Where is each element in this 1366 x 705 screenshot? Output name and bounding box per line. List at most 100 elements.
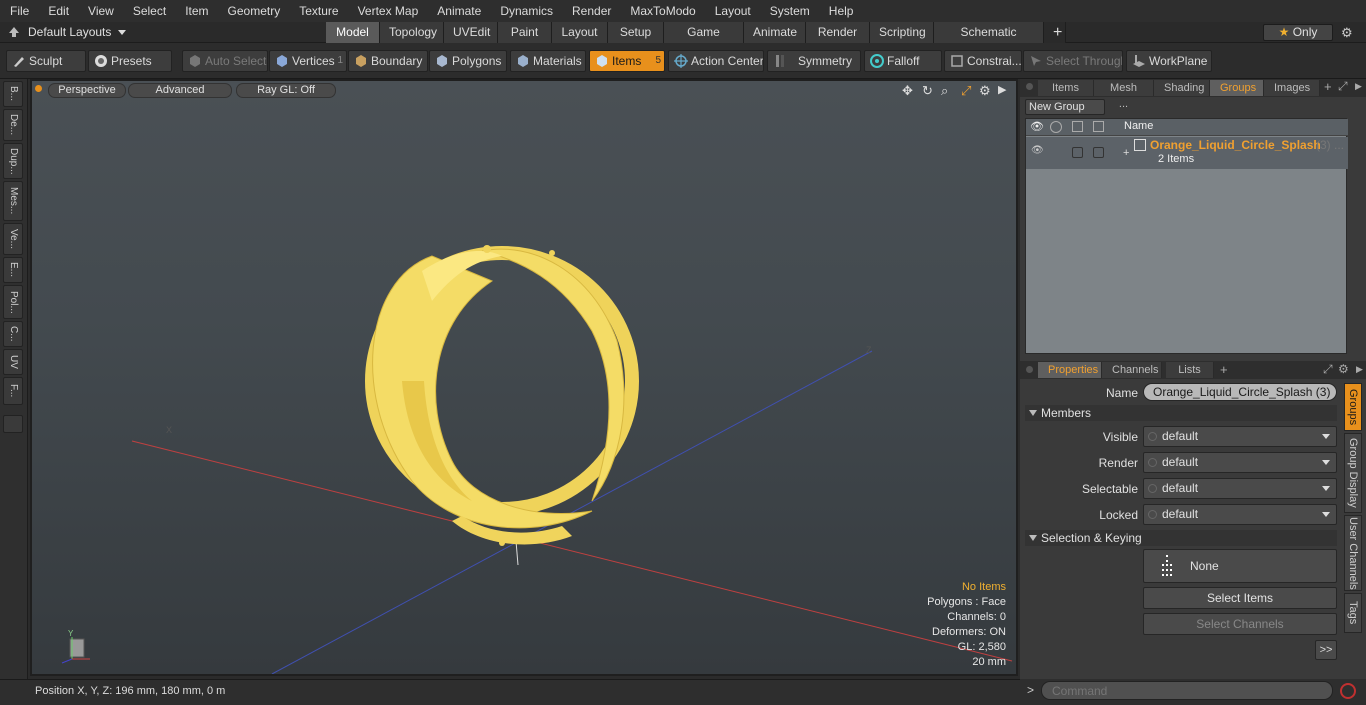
viewport-expand-icon[interactable]: ▶ xyxy=(998,83,1006,96)
left-tab-edge[interactable]: E... xyxy=(3,257,23,283)
tab-properties[interactable]: Properties xyxy=(1038,362,1102,378)
panel-menu-dot-icon[interactable] xyxy=(1026,83,1033,90)
eye-icon[interactable]: 👁 xyxy=(1030,120,1044,133)
tab-scripting[interactable]: Scripting xyxy=(870,22,934,43)
selection-keying-section[interactable]: Selection & Keying xyxy=(1025,530,1337,546)
add-tab-button[interactable]: + xyxy=(1044,22,1066,43)
locked-dropdown[interactable]: default xyxy=(1143,504,1337,525)
menu-system[interactable]: System xyxy=(760,0,819,22)
left-tab-uv[interactable]: UV xyxy=(3,349,23,375)
select-channels-button[interactable]: Select Channels xyxy=(1143,613,1337,635)
tab-channels[interactable]: Channels xyxy=(1102,362,1162,378)
tab-items[interactable]: Items xyxy=(1038,80,1094,96)
add-panel-tab-icon[interactable]: + xyxy=(1324,79,1332,94)
tab-uvedit[interactable]: UVEdit xyxy=(444,22,498,43)
group-row[interactable]: 👁 + Orange_Liquid_Circle_Splash (3) ... … xyxy=(1026,137,1348,169)
materials-button[interactable]: Materials xyxy=(510,50,586,72)
fit-icon[interactable]: ⤢ xyxy=(961,83,971,99)
props-arrow-icon[interactable]: ▶ xyxy=(1356,364,1363,375)
visible-dropdown[interactable]: default xyxy=(1143,426,1337,447)
tab-topology[interactable]: Topology xyxy=(380,22,444,43)
gear-icon[interactable]: ⚙ xyxy=(1341,25,1353,41)
view-perspective-button[interactable]: Perspective xyxy=(48,83,126,98)
shading-advanced-button[interactable]: Advanced xyxy=(128,83,232,98)
menu-edit[interactable]: Edit xyxy=(38,0,78,22)
workplane-button[interactable]: WorkPlane xyxy=(1126,50,1212,72)
menu-dynamics[interactable]: Dynamics xyxy=(490,0,562,22)
menu-item[interactable]: Item xyxy=(175,0,217,22)
left-tab-extra[interactable] xyxy=(3,415,23,433)
menu-vertex-map[interactable]: Vertex Map xyxy=(348,0,428,22)
props-menu-dot-icon[interactable] xyxy=(1026,366,1033,373)
raygl-button[interactable]: Ray GL: Off xyxy=(236,83,336,98)
tab-layout[interactable]: Layout xyxy=(552,22,608,43)
render-dropdown[interactable]: default xyxy=(1143,452,1337,473)
new-group-button[interactable]: New Group xyxy=(1025,99,1105,115)
sculpt-button[interactable]: Sculpt xyxy=(6,50,86,72)
menu-file[interactable]: File xyxy=(0,0,38,22)
command-input[interactable] xyxy=(1041,681,1333,700)
panel-arrow-icon[interactable]: ▶ xyxy=(1355,81,1362,92)
polygons-button[interactable]: Polygons xyxy=(429,50,507,72)
menu-help[interactable]: Help xyxy=(819,0,863,22)
rotate-icon[interactable]: ↻ xyxy=(922,83,933,99)
falloff-button[interactable]: Falloff xyxy=(864,50,942,72)
side-tab-user-channels[interactable]: User Channels xyxy=(1344,515,1362,591)
tab-images[interactable]: Images xyxy=(1264,80,1320,96)
action-center-button[interactable]: Action Center xyxy=(668,50,764,72)
auto-select-button[interactable]: Auto Select xyxy=(182,50,268,72)
props-expand-icon[interactable]: ⤢ xyxy=(1323,362,1333,377)
left-tab-duplicate[interactable]: Dup... xyxy=(3,143,23,179)
viewport-settings-icon[interactable]: ⚙ xyxy=(979,83,991,99)
boundary-button[interactable]: Boundary xyxy=(348,50,428,72)
tab-render[interactable]: Render xyxy=(806,22,870,43)
select-items-button[interactable]: Select Items xyxy=(1143,587,1337,609)
group-lock-checkbox[interactable] xyxy=(1093,147,1104,158)
tab-setup[interactable]: Setup xyxy=(608,22,664,43)
viewport-menu-dot-icon[interactable] xyxy=(35,85,42,92)
menu-render[interactable]: Render xyxy=(562,0,620,22)
layout-arrow-icon[interactable] xyxy=(8,26,20,38)
presets-button[interactable]: Presets xyxy=(88,50,172,72)
tab-schematic-fusion[interactable]: Schematic Fusion xyxy=(934,22,1044,60)
side-tab-group-display[interactable]: Group Display xyxy=(1344,433,1362,513)
constraints-button[interactable]: Constrai... xyxy=(944,50,1022,72)
symmetry-button[interactable]: Symmetry xyxy=(767,50,861,72)
expand-icon[interactable]: ⤢ xyxy=(1338,79,1348,94)
group-name-field[interactable]: Orange_Liquid_Circle_Splash (3) xyxy=(1143,383,1337,401)
menu-maxtomodo[interactable]: MaxToModo xyxy=(620,0,704,22)
menu-texture[interactable]: Texture xyxy=(289,0,347,22)
select-lock-icon[interactable] xyxy=(1072,121,1083,132)
menu-animate[interactable]: Animate xyxy=(427,0,490,22)
tab-animate[interactable]: Animate xyxy=(744,22,806,43)
group-select-checkbox[interactable] xyxy=(1072,147,1083,158)
menu-geometry[interactable]: Geometry xyxy=(218,0,290,22)
tab-lists[interactable]: Lists xyxy=(1166,362,1214,378)
tab-groups[interactable]: Groups xyxy=(1210,80,1264,96)
select-through-button[interactable]: Select Through xyxy=(1023,50,1123,72)
expand-plus-icon[interactable]: + xyxy=(1123,147,1129,159)
menu-layout[interactable]: Layout xyxy=(705,0,760,22)
3d-viewport[interactable]: Z X Y Perspective Advanced Ray GL: Off ✥… xyxy=(30,79,1018,676)
members-section[interactable]: Members xyxy=(1025,405,1337,421)
left-tab-polygon[interactable]: Pol... xyxy=(3,285,23,319)
group-visible-icon[interactable]: 👁 xyxy=(1031,145,1044,156)
tab-mesh[interactable]: Mesh ... xyxy=(1094,80,1154,110)
more-button[interactable]: >> xyxy=(1315,640,1337,660)
render-icon[interactable] xyxy=(1050,121,1062,133)
left-tab-basic[interactable]: B... xyxy=(3,81,23,107)
zoom-icon[interactable]: ⌕ xyxy=(941,83,948,99)
tab-model[interactable]: Model xyxy=(326,22,380,43)
side-tab-groups[interactable]: Groups xyxy=(1344,383,1362,431)
menu-select[interactable]: Select xyxy=(123,0,175,22)
vertices-button[interactable]: Vertices 1 xyxy=(269,50,347,72)
keying-none-button[interactable]: None xyxy=(1143,549,1337,583)
pan-icon[interactable]: ✥ xyxy=(902,83,913,99)
tab-paint[interactable]: Paint xyxy=(498,22,552,43)
lock-icon[interactable] xyxy=(1093,121,1104,132)
record-icon[interactable] xyxy=(1340,683,1356,699)
default-layouts-dropdown[interactable]: Default Layouts xyxy=(28,24,138,41)
items-button[interactable]: Items 5 xyxy=(589,50,665,72)
only-button[interactable]: ★ Only xyxy=(1263,24,1333,41)
left-tab-mesh-edit[interactable]: Mes... xyxy=(3,181,23,221)
